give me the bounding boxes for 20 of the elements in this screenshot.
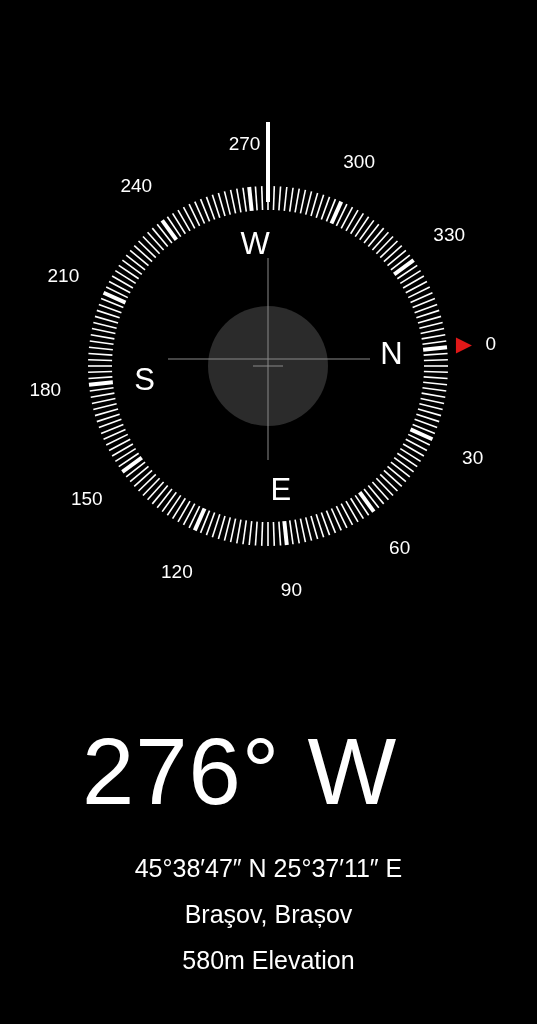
cardinal-label: E: [270, 472, 292, 508]
degree-label: 270: [228, 133, 261, 155]
degree-label: 180: [29, 379, 62, 401]
degree-label: 300: [343, 151, 375, 173]
degree-label: 90: [280, 578, 302, 600]
cardinal-label: W: [240, 225, 270, 261]
elevation-text: 580m Elevation: [182, 945, 355, 976]
cardinal-label: N: [380, 336, 403, 372]
degree-label: 0: [485, 332, 497, 354]
cardinal-label: S: [134, 361, 155, 397]
heading-readout: 276° W: [81, 722, 398, 822]
degree-label: 330: [433, 224, 466, 246]
degree-label: 240: [120, 174, 153, 196]
location-text: Braşov, Brașov: [184, 899, 353, 930]
degree-label: 60: [389, 537, 411, 559]
degree-label: 120: [161, 560, 193, 582]
degree-label: 30: [462, 447, 484, 469]
coordinates-text: 45°38′47″ N 25°37′11″ E: [134, 853, 403, 884]
degree-label: 150: [70, 487, 103, 509]
degree-label: 210: [47, 264, 80, 286]
